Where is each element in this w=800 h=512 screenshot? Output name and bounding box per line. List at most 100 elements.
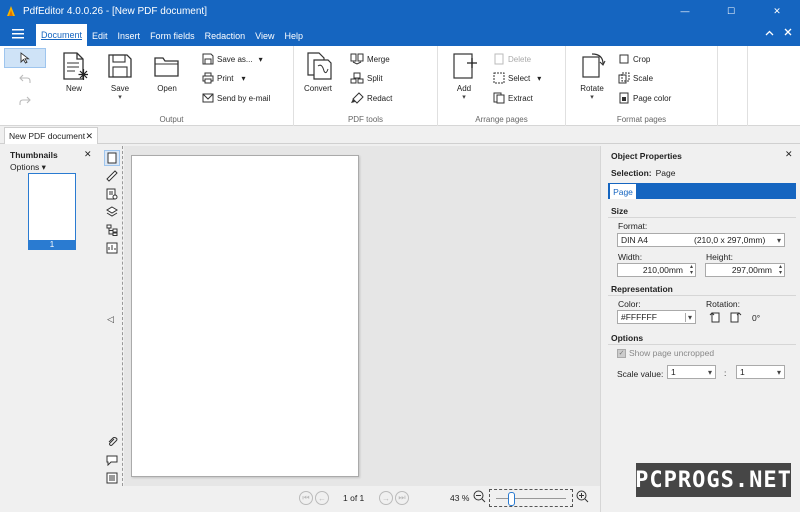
send-email-button[interactable]: Send by e-mail [202,90,270,106]
email-icon [202,93,214,103]
menu-edit[interactable]: Edit [87,26,113,46]
document-canvas[interactable] [124,146,600,486]
open-button[interactable]: Open [147,50,187,93]
stepper-arrows-icon[interactable]: ▴ ▾ [779,264,782,276]
menu-help[interactable]: Help [279,26,308,46]
add-page-dropdown-icon[interactable]: ▾ [444,93,484,101]
structure-tree-icon[interactable] [104,222,120,238]
print-dropdown-icon[interactable]: ▾ [241,74,245,83]
width-stepper[interactable]: 210,00mm ▴ ▾ [617,263,696,277]
document-tab[interactable]: New PDF document ✕ [4,127,98,144]
undo-redo-column [4,48,48,112]
new-button[interactable]: New [54,50,94,93]
zoom-in-icon[interactable] [576,490,589,505]
menu-form-fields[interactable]: Form fields [145,26,200,46]
width-label: Width: [618,252,643,262]
status-bar: ⏮ ← 1 of 1 → ⏭ 43 % [124,486,600,512]
panel-splitter[interactable] [122,146,123,486]
close-thumbnails-icon[interactable]: ✕ [84,149,92,160]
scale-value-label: Scale value: [617,369,664,379]
save-button[interactable]: Save ▾ [100,50,140,101]
comments-icon[interactable] [104,452,120,468]
close-window-button[interactable]: ✕ [754,0,800,22]
menu-document[interactable]: Document [36,24,88,46]
select-pages-button[interactable]: Select ▾ [493,70,541,86]
thumbnails-options-button[interactable]: Options ▾ [10,162,46,173]
pdf-page[interactable] [131,155,359,477]
zoom-slider-handle[interactable] [508,492,515,506]
add-page-button[interactable]: Add ▾ [444,50,484,101]
last-page-icon[interactable]: ⏭ [395,491,409,505]
save-as-button[interactable]: Save as... ▾ [202,51,263,67]
new-document-icon [54,50,94,82]
document-properties-icon[interactable] [104,186,120,202]
show-uncropped-checkbox-row[interactable]: ✓ Show page uncropped [617,348,714,358]
extract-pages-button[interactable]: Extract [493,90,533,106]
redact-button[interactable]: Redact [350,90,392,106]
scale-button[interactable]: Scale [618,70,653,86]
select-tool-button[interactable] [4,48,46,68]
first-page-icon[interactable]: ⏮ [299,491,313,505]
menu-insert[interactable]: Insert [113,26,146,46]
stepper-arrows-icon[interactable]: ▴ ▾ [690,264,693,276]
save-as-dropdown-icon[interactable]: ▾ [259,55,263,64]
next-page-icon[interactable]: → [379,491,393,505]
menu-redaction[interactable]: Redaction [200,26,251,46]
representation-section-title: Representation [611,284,673,294]
form-fields-icon[interactable] [104,240,120,256]
minimize-button[interactable]: — [662,0,708,22]
attachment-icon[interactable] [104,434,120,450]
maximize-button[interactable]: ☐ [708,0,754,22]
select-pages-dropdown-icon[interactable]: ▾ [537,74,541,83]
convert-button[interactable]: Convert [298,50,338,93]
group-output: New Save ▾ Open Save as... ▾ Print ▾ Send … [50,46,294,126]
collapse-panel-icon[interactable]: ◁ [107,314,114,325]
print-button[interactable]: Print ▾ [202,70,245,86]
select-pages-icon [493,72,505,84]
crop-button[interactable]: Crop [618,51,650,67]
hamburger-menu-icon[interactable] [0,22,36,46]
rotate-right-icon[interactable] [729,311,742,325]
split-button[interactable]: Split [350,70,383,86]
format-select[interactable]: DIN A4 (210,0 x 297,0mm) ▾ [617,233,785,247]
height-stepper[interactable]: 297,00mm ▴ ▾ [705,263,785,277]
merge-button[interactable]: Merge [350,51,390,67]
list-icon[interactable] [104,470,120,486]
zoom-out-icon[interactable] [473,490,486,505]
scale-numerator-select[interactable]: 1 ▾ [667,365,716,379]
close-properties-icon[interactable]: ✕ [785,149,793,160]
menu-view[interactable]: View [250,26,279,46]
chevron-down-icon: ▾ [776,368,781,377]
close-document-icon[interactable] [784,28,792,38]
close-tab-icon[interactable]: ✕ [85,131,93,142]
show-uncropped-checkbox[interactable]: ✓ [617,348,626,358]
undo-button[interactable] [4,68,46,90]
group-pdf-tools-label: PDF tools [347,115,384,124]
color-picker[interactable]: #FFFFFF ▾ [617,310,696,324]
rotate-left-icon[interactable] [709,311,722,325]
rotate-dropdown-icon[interactable]: ▾ [572,93,612,101]
page-color-button[interactable]: Page color [618,90,671,106]
object-properties-panel: Object Properties ✕ Selection: Page Page … [600,146,800,512]
thumbnails-panel: Thumbnails ✕ Options ▾ 1 [0,146,98,512]
pages-tool-icon[interactable] [104,150,120,166]
selection-info: Selection: Page [611,168,676,178]
collapse-ribbon-icon[interactable] [765,28,774,38]
layers-icon[interactable] [104,204,120,220]
size-section-title: Size [611,206,629,216]
previous-page-icon[interactable]: ← [315,491,329,505]
delete-page-button[interactable]: Delete [493,51,531,67]
rotate-button[interactable]: Rotate ▾ [572,50,612,101]
thumbnails-header: Thumbnails [10,150,58,160]
redo-button[interactable] [4,90,46,112]
ruler-icon[interactable] [104,168,120,184]
scale-separator: : [724,368,727,378]
group-arrange-pages: Add ▾ Delete Select ▾ Extract Arrange pag… [438,46,566,126]
redact-brush-icon [351,92,364,104]
save-dropdown-icon[interactable]: ▾ [100,93,140,101]
tab-page[interactable]: Page [610,184,636,199]
scale-denominator-select[interactable]: 1 ▾ [736,365,785,379]
ribbon: New Save ▾ Open Save as... ▾ Print ▾ Send … [0,46,800,126]
page-thumbnail[interactable]: 1 [28,173,76,250]
zoom-slider[interactable] [489,489,573,507]
